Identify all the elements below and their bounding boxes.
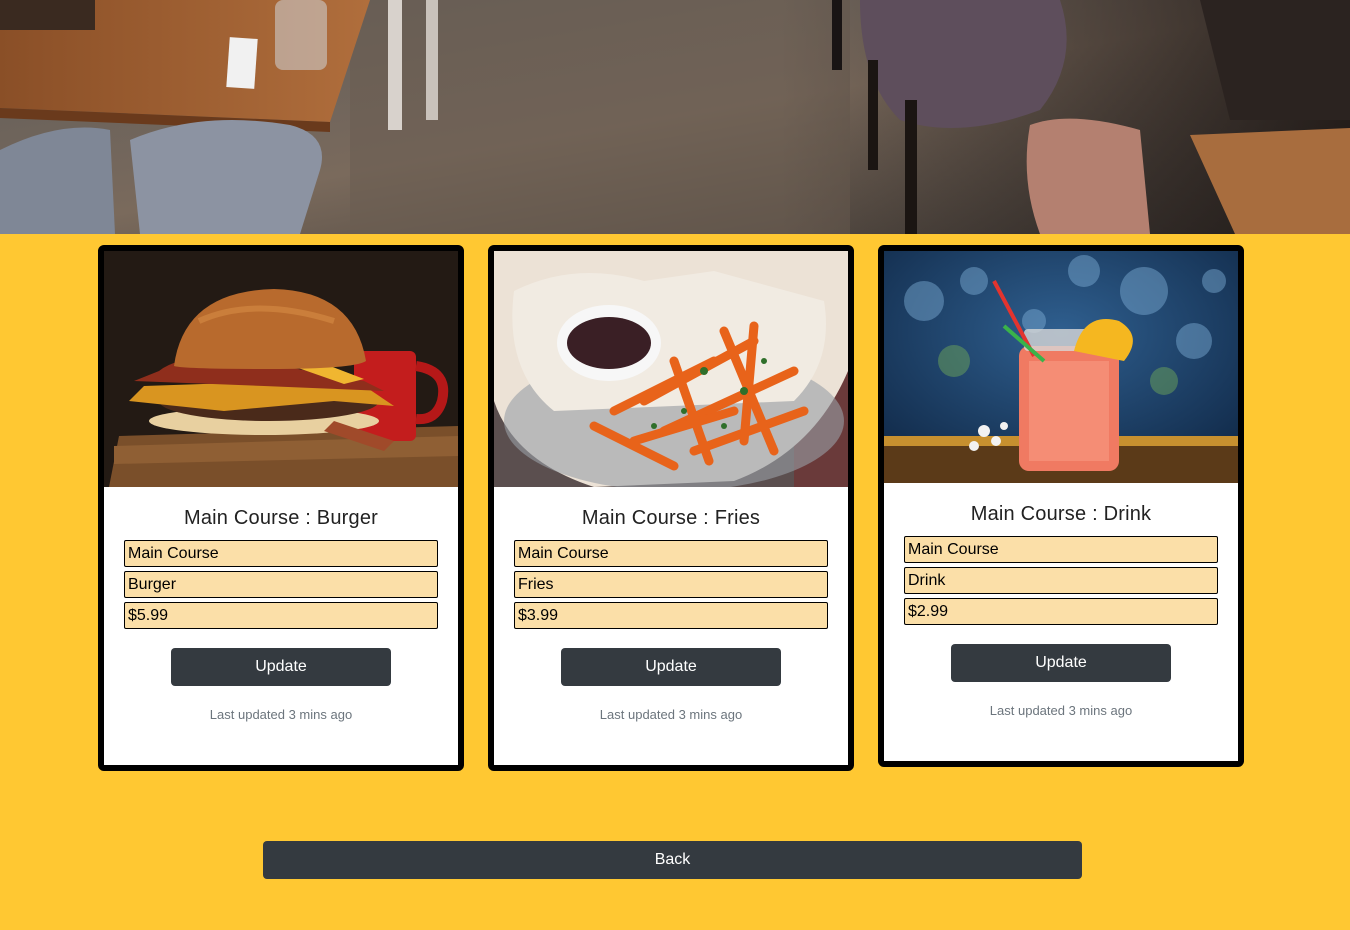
back-button[interactable]: Back [263,841,1082,879]
menu-card-fries: Main Course : Fries Update Last updated … [488,245,854,771]
update-button[interactable]: Update [561,648,781,686]
last-updated-text: Last updated 3 mins ago [599,707,743,722]
item-name-field[interactable] [514,571,828,598]
hero-banner-image [0,0,1350,234]
menu-card-drink: Main Course : Drink Update Last updated … [878,245,1244,767]
update-button[interactable]: Update [951,644,1171,682]
card-title: Main Course : Fries [581,507,761,529]
item-name-field[interactable] [124,571,438,598]
category-field[interactable] [514,540,828,567]
fries-photo [494,251,848,487]
update-button[interactable]: Update [171,648,391,686]
card-title: Main Course : Drink [970,503,1152,525]
price-field[interactable] [904,598,1218,625]
price-field[interactable] [514,602,828,629]
burger-photo [104,251,458,487]
menu-card-burger: Main Course : Burger Update Last updated… [98,245,464,771]
category-field[interactable] [124,540,438,567]
item-name-field[interactable] [904,567,1218,594]
drink-photo [884,251,1238,483]
last-updated-text: Last updated 3 mins ago [209,707,353,722]
price-field[interactable] [124,602,438,629]
card-title: Main Course : Burger [183,507,379,529]
last-updated-text: Last updated 3 mins ago [989,703,1133,718]
category-field[interactable] [904,536,1218,563]
